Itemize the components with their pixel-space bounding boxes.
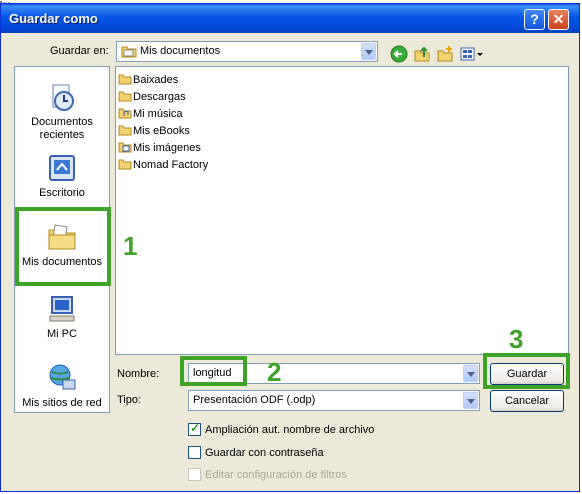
new-folder-icon[interactable] (436, 45, 454, 63)
folder-icon (118, 74, 132, 85)
views-menu-icon[interactable] (459, 45, 485, 63)
help-button[interactable]: ? (524, 9, 545, 30)
checkbox-box[interactable] (188, 446, 201, 459)
step3-number: 3 (509, 324, 524, 354)
back-arrow-icon[interactable] (390, 45, 408, 63)
checkbox-box (188, 468, 201, 481)
place-recent-documents[interactable]: Documentos recientes (15, 81, 109, 142)
place-my-computer[interactable]: Mi PC (15, 293, 109, 341)
pictures-folder-icon (118, 142, 132, 153)
step1-number: 1 (123, 231, 138, 261)
file-name-label: Nombre: (117, 368, 160, 380)
save-in-value: Mis documentos (140, 45, 221, 57)
chevron-down-icon[interactable] (463, 392, 478, 409)
folder-icon (118, 125, 132, 136)
checkbox-box[interactable]: ✓ (188, 421, 201, 436)
place-desktop[interactable]: Escritorio (15, 152, 109, 200)
place-label: Documentos (31, 116, 93, 128)
file-type-dropdown[interactable]: Presentación ODF (.odp) (188, 390, 480, 411)
place-label: Mis sitios de red (22, 397, 102, 409)
step2-number: 2 (267, 357, 282, 387)
place-network[interactable]: Mis sitios de red (15, 362, 109, 410)
checkbox-label: Guardar con contraseña (205, 447, 324, 459)
save-in-folder-icon (121, 45, 137, 61)
list-item[interactable]: Mi música (118, 108, 183, 124)
folder-icon (118, 159, 132, 170)
folder-icon (118, 91, 132, 102)
title-bar[interactable]: Guardar como ? ✕ (1, 4, 579, 33)
checkbox-label: Editar configuración de filtros (205, 469, 347, 481)
place-label: Escritorio (39, 187, 85, 199)
file-name: Baixades (133, 74, 179, 86)
save-with-password-checkbox[interactable]: Guardar con contraseña (188, 446, 324, 462)
network-places-icon (46, 362, 78, 394)
music-folder-icon (118, 108, 132, 119)
list-item[interactable]: Mis eBooks (118, 125, 190, 141)
save-in-label: Guardar en: (50, 45, 109, 57)
chevron-down-icon[interactable] (361, 43, 376, 60)
file-name: Mis eBooks (133, 125, 190, 137)
dialog-title: Guardar como (9, 11, 98, 26)
step3-highlight (483, 353, 570, 389)
step1-highlight (15, 207, 111, 286)
file-list[interactable]: Baixades Descargas Mi música Mis eBooks … (115, 66, 569, 355)
file-name: Descargas (133, 91, 186, 103)
save-in-dropdown[interactable]: Mis documentos (116, 41, 378, 62)
step2-highlight (180, 356, 247, 386)
close-button[interactable]: ✕ (548, 9, 569, 30)
my-computer-icon (46, 293, 78, 325)
list-item[interactable]: Baixades (118, 74, 178, 90)
checkmark-icon: ✓ (190, 421, 201, 435)
list-item[interactable]: Nomad Factory (118, 159, 208, 175)
recent-documents-icon (46, 81, 78, 113)
place-label: Mi PC (47, 328, 77, 340)
cancel-button[interactable]: Cancelar (490, 390, 564, 412)
desktop-icon (46, 152, 78, 184)
list-item[interactable]: Mis imágenes (118, 142, 201, 158)
auto-extension-checkbox[interactable]: ✓ Ampliación aut. nombre de archivo (188, 421, 375, 439)
file-type-value: Presentación ODF (.odp) (193, 394, 316, 406)
checkbox-label: Ampliación aut. nombre de archivo (205, 424, 375, 436)
file-name: Nomad Factory (133, 159, 209, 171)
place-label: recientes (39, 129, 85, 141)
chevron-down-icon[interactable] (463, 365, 478, 382)
file-name: Mis imágenes (133, 142, 201, 154)
up-folder-icon[interactable] (413, 45, 431, 63)
list-item[interactable]: Descargas (118, 91, 186, 107)
file-name: Mi música (133, 108, 183, 120)
file-type-label: Tipo: (117, 394, 142, 406)
edit-filter-settings-checkbox: Editar configuración de filtros (188, 468, 347, 484)
